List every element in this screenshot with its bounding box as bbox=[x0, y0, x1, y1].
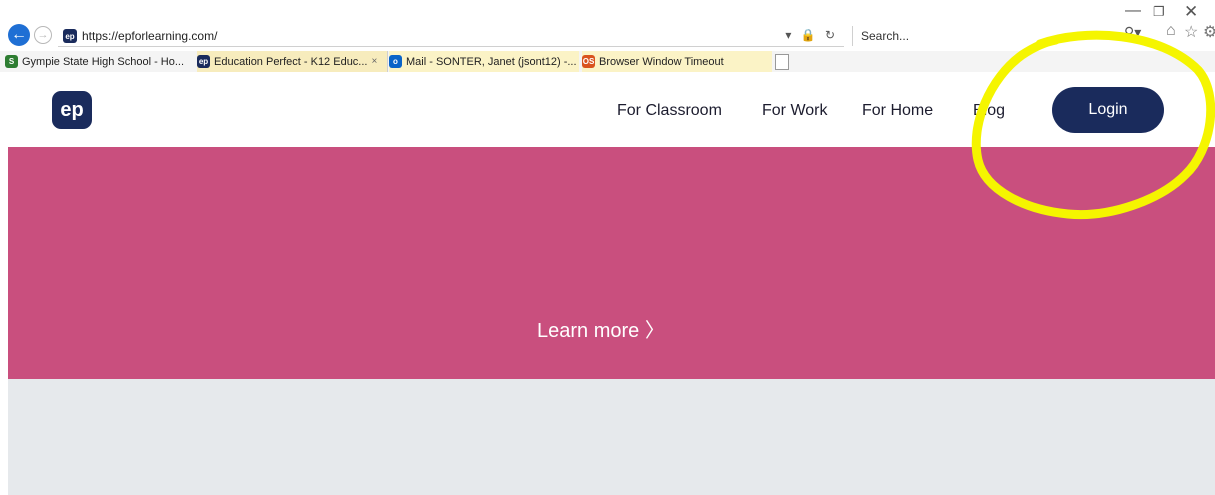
office-icon: OS bbox=[582, 55, 595, 68]
nav-for-work[interactable]: For Work bbox=[762, 102, 827, 120]
new-tab-button[interactable] bbox=[775, 54, 789, 70]
tab-bar: S Gympie State High School - Ho... ep Ed… bbox=[0, 51, 1215, 73]
restore-icon[interactable]: ❐ bbox=[1153, 4, 1165, 20]
sharepoint-icon: S bbox=[5, 55, 18, 68]
minimize-icon[interactable]: — bbox=[1125, 2, 1141, 20]
content-section bbox=[8, 379, 1215, 495]
tab-close-icon[interactable]: × bbox=[371, 56, 377, 67]
favorites-star-icon[interactable]: ☆ bbox=[1184, 22, 1198, 42]
search-icon[interactable]: ⚲▾ bbox=[1124, 24, 1141, 41]
settings-gear-icon[interactable]: ⚙ bbox=[1203, 22, 1215, 42]
tab-gympie[interactable]: S Gympie State High School - Ho... bbox=[5, 51, 195, 72]
tab-browser-timeout[interactable]: OS Browser Window Timeout bbox=[582, 51, 772, 72]
hero-banner: Learn more 〉 bbox=[8, 147, 1215, 379]
nav-for-home[interactable]: For Home bbox=[862, 102, 933, 120]
login-button[interactable]: Login bbox=[1052, 87, 1164, 133]
tab-label: Mail - SONTER, Janet (jsont12) -... bbox=[406, 55, 577, 68]
tab-label: Education Perfect - K12 Educ... bbox=[214, 55, 368, 68]
forward-button[interactable]: → bbox=[34, 26, 52, 44]
address-bar-actions[interactable]: ▾ 🔒 ↻ bbox=[785, 28, 838, 42]
search-placeholder: Search... bbox=[861, 29, 910, 43]
ep-icon: ep bbox=[197, 55, 210, 68]
ep-logo[interactable]: ep bbox=[52, 91, 92, 129]
site-favicon-icon: ep bbox=[63, 29, 77, 43]
outlook-icon: o bbox=[389, 55, 402, 68]
tab-education-perfect[interactable]: ep Education Perfect - K12 Educ... × bbox=[197, 51, 388, 72]
tab-label: Browser Window Timeout bbox=[599, 55, 724, 68]
url-text[interactable]: https://epforlearning.com/ bbox=[82, 29, 217, 43]
learn-more-link[interactable]: Learn more 〉 bbox=[537, 314, 665, 343]
nav-blog[interactable]: Blog bbox=[973, 102, 1005, 120]
search-input[interactable]: Search... bbox=[852, 26, 1113, 46]
home-icon[interactable]: ⌂ bbox=[1166, 22, 1176, 40]
tab-mail[interactable]: o Mail - SONTER, Janet (jsont12) -... bbox=[389, 51, 579, 72]
close-window-icon[interactable]: ✕ bbox=[1184, 2, 1198, 22]
browser-chrome: ← → ep https://epforlearning.com/ ▾ 🔒 ↻ … bbox=[0, 0, 1215, 73]
tab-label: Gympie State High School - Ho... bbox=[22, 55, 185, 68]
nav-for-classroom[interactable]: For Classroom bbox=[617, 102, 722, 120]
site-header: ep For Classroom For Work For Home Blog … bbox=[0, 72, 1215, 147]
address-bar[interactable]: ep https://epforlearning.com/ ▾ 🔒 ↻ bbox=[58, 26, 844, 47]
back-button[interactable]: ← bbox=[8, 24, 30, 46]
